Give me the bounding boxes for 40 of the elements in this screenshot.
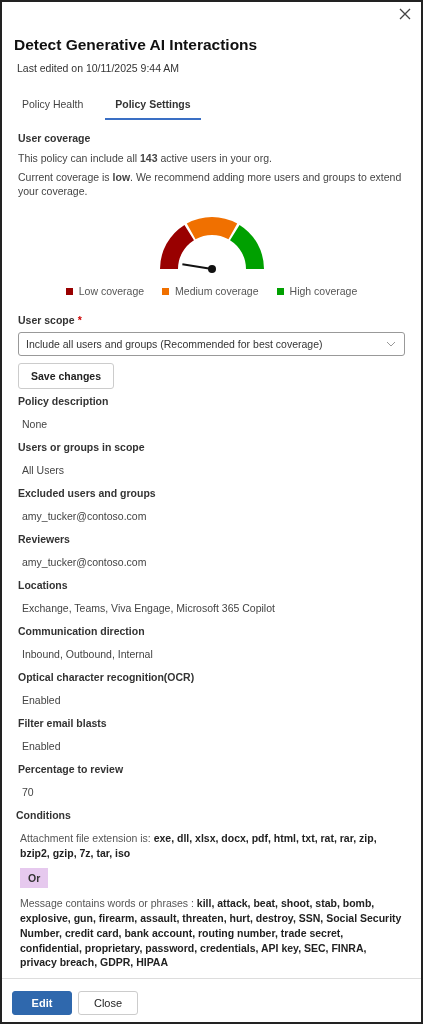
field-value: Exchange, Teams, Viva Engage, Microsoft 365 Copilot: [22, 602, 276, 617]
field-value: amy_tucker@contoso.com: [22, 556, 148, 571]
field-value: Enabled: [22, 740, 62, 755]
condition-text: Attachment file extension is: exe, dll, xlsx, docx, pdf, html, txt, rat, rar, zip, bzip2, gzip, 7z, tar, iso: [20, 831, 378, 861]
save-button[interactable]: Save changes: [18, 363, 115, 390]
section-heading: Conditions: [16, 809, 72, 822]
field-label: Communication direction: [18, 625, 146, 638]
edit-button[interactable]: Edit: [12, 990, 72, 1015]
field-label: Users or groups in scope: [18, 441, 146, 454]
field-label: Percentage to review: [18, 763, 125, 776]
field-value: None: [22, 418, 49, 433]
legend-label: High coverage: [289, 285, 358, 298]
tab[interactable]: Policy Health: [12, 92, 94, 120]
legend-label: Medium coverage: [175, 285, 259, 298]
legend-label: Low coverage: [78, 285, 145, 298]
field-value: All Users: [22, 464, 65, 479]
operator-tag: Or: [20, 868, 49, 889]
field-label: Policy description: [18, 395, 110, 408]
close-icon[interactable]: [399, 8, 411, 20]
panel-title: Detect Generative AI Interactions: [14, 36, 259, 54]
field-label: User scope: [18, 314, 75, 327]
field-label: Reviewers: [18, 533, 71, 546]
field-label: Filter email blasts: [18, 717, 108, 730]
field-label: Locations: [18, 579, 69, 592]
field-value: amy_tucker@contoso.com: [22, 510, 148, 525]
close-button[interactable]: Close: [78, 990, 138, 1015]
field-value: Enabled: [22, 694, 62, 709]
field-label: Optical character recognition(OCR): [18, 671, 196, 684]
field-label: Excluded users and groups: [18, 487, 157, 500]
field-value: 70: [22, 786, 35, 801]
coverage-text: Current coverage is low. We recommend adding more users and groups to extend your coverage.: [18, 169, 403, 200]
condition-text: Message contains words or phrases : kill, attack, beat, shoot, stab, bomb, explosive, gun, firearm, assault, threaten, hurt, destroy, SSN, Social Security Number, credit card, bank account, routing number, trade secret, confidential, proprietary, password, credentials, API key, SEC, FINRA, privacy breach, GDPR, HIPAA: [20, 896, 403, 970]
last-edited-text: Last edited on 10/11/2025 9:44 AM: [17, 62, 181, 74]
chevron-icon: [386, 341, 396, 348]
user-scope-dropdown[interactable]: Include all users and groups (Recommended for best coverage): [18, 332, 405, 357]
required-marker: *: [77, 314, 82, 327]
field-value: Inbound, Outbound, Internal: [22, 648, 154, 663]
coverage-text: This policy can include all 143 active users in your org.: [18, 151, 273, 166]
section-heading: User coverage: [18, 132, 92, 144]
tab[interactable]: Policy Settings: [105, 92, 201, 120]
